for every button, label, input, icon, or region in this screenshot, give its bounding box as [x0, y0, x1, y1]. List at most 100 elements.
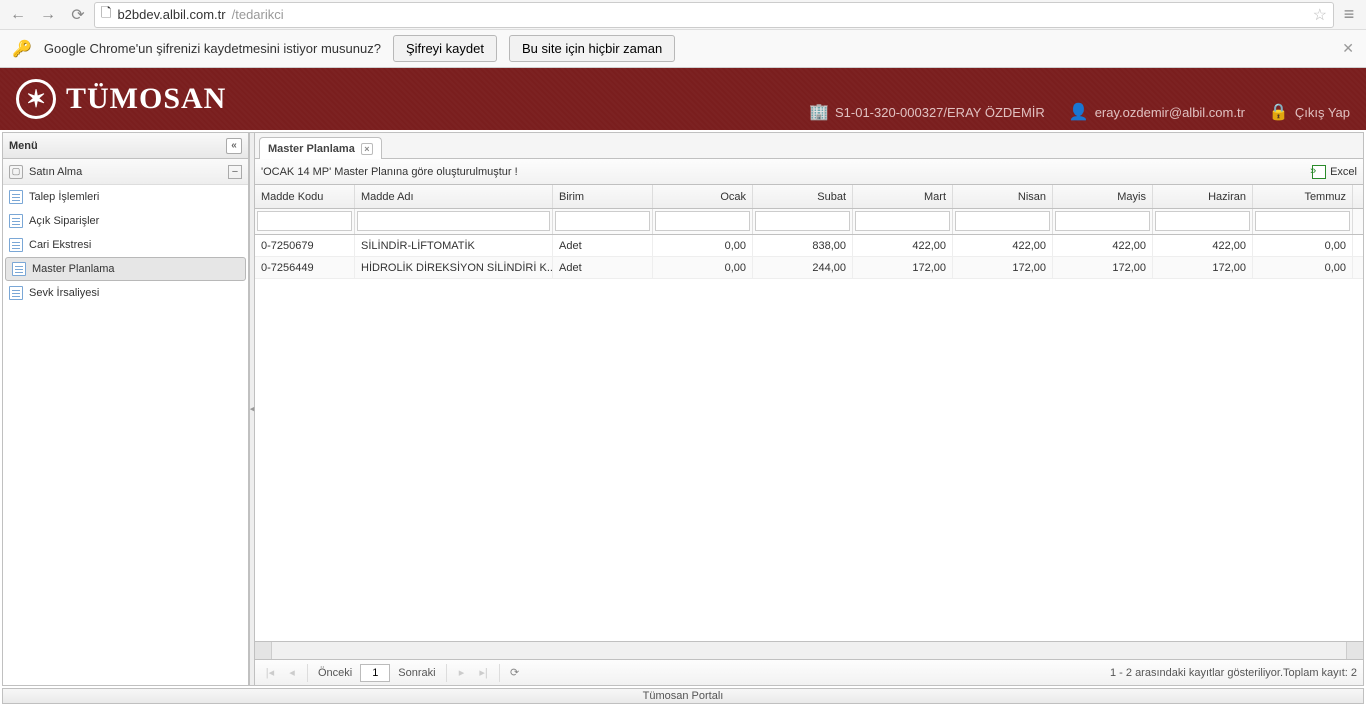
table-row[interactable]: 0-7256449HİDROLİK DİREKSİYON SİLİNDİRİ K… — [255, 257, 1363, 279]
pager-last-icon[interactable]: ▸| — [475, 664, 493, 682]
sidebar-header: Menü « — [3, 133, 248, 159]
pager-page-input[interactable] — [360, 664, 390, 682]
tab-close-icon[interactable]: × — [361, 143, 373, 155]
column-header[interactable]: Mart — [853, 185, 953, 208]
filter-input[interactable] — [755, 211, 850, 231]
toolbar-info-text: 'OCAK 14 MP' Master Planına göre oluştur… — [261, 166, 518, 178]
accordion-collapse-icon[interactable]: − — [228, 165, 242, 179]
column-header[interactable]: Mayis — [1053, 185, 1153, 208]
app-body: Menü « ▢ Satın Alma − Talep İşlemleri Açı… — [2, 132, 1364, 686]
url-path: /tedarikci — [232, 7, 284, 22]
sidebar-item-sevk-i̇rsaliyesi[interactable]: Sevk İrsaliyesi — [3, 281, 248, 305]
reload-button[interactable]: ⟳ — [64, 2, 92, 28]
sidebar-item-talep-i̇şlemleri[interactable]: Talep İşlemleri — [3, 185, 248, 209]
filter-input[interactable] — [955, 211, 1050, 231]
table-cell: 838,00 — [753, 235, 853, 256]
table-cell: Adet — [553, 235, 653, 256]
column-filter — [853, 209, 953, 234]
filter-input[interactable] — [1055, 211, 1150, 231]
sidebar-item-cari-ekstresi[interactable]: Cari Ekstresi — [3, 233, 248, 257]
table-cell: 0,00 — [1253, 235, 1353, 256]
horizontal-scrollbar[interactable] — [255, 641, 1363, 659]
column-header[interactable]: Ocak — [653, 185, 753, 208]
column-header[interactable]: Subat — [753, 185, 853, 208]
close-infobar-icon[interactable]: ✕ — [1342, 40, 1354, 57]
tab-strip: Master Planlama × — [255, 133, 1363, 159]
pager-next-label[interactable]: Sonraki — [394, 667, 439, 679]
filter-input[interactable] — [855, 211, 950, 231]
grid-filter-row — [255, 209, 1363, 235]
address-bar[interactable]: 🗋 b2bdev.albil.com.tr/tedarikci ☆ — [94, 2, 1334, 28]
document-icon — [12, 262, 26, 276]
chrome-menu-icon[interactable]: ≡ — [1336, 4, 1362, 25]
filter-input[interactable] — [357, 211, 550, 231]
bookmark-icon[interactable]: ☆ — [1313, 5, 1327, 25]
sidebar-item-açık-siparişler[interactable]: Açık Siparişler — [3, 209, 248, 233]
building-icon: 🏢 — [809, 102, 829, 122]
logo-icon: ✶ — [16, 79, 56, 119]
footer: Tümosan Portalı — [2, 688, 1364, 704]
table-cell: Adet — [553, 257, 653, 278]
pager-refresh-icon[interactable]: ⟳ — [506, 664, 524, 682]
browser-toolbar: ← → ⟳ 🗋 b2bdev.albil.com.tr/tedarikci ☆ … — [0, 0, 1366, 30]
excel-icon — [1312, 165, 1326, 179]
column-header[interactable]: Madde Kodu — [255, 185, 355, 208]
column-filter — [753, 209, 853, 234]
column-header[interactable]: Temmuz — [1253, 185, 1353, 208]
company-info: 🏢 S1-01-320-000327/ERAY ÖZDEMİR — [809, 102, 1045, 122]
sidebar-item-label: Master Planlama — [32, 263, 115, 275]
infobar-text: Google Chrome'un şifrenizi kaydetmesini … — [44, 41, 381, 56]
sidebar-item-label: Talep İşlemleri — [29, 191, 99, 203]
grid-body: 0-7250679SİLİNDİR-LİFTOMATİKAdet0,00838,… — [255, 235, 1363, 641]
table-cell: 422,00 — [953, 235, 1053, 256]
pager-first-icon[interactable]: |◂ — [261, 664, 279, 682]
column-header[interactable]: Haziran — [1153, 185, 1253, 208]
user-icon: 👤 — [1069, 102, 1089, 122]
tab-master-planlama[interactable]: Master Planlama × — [259, 137, 382, 159]
table-cell: HİDROLİK DİREKSİYON SİLİNDİRİ K... — [355, 257, 553, 278]
forward-button[interactable]: → — [34, 2, 62, 28]
sidebar-item-label: Cari Ekstresi — [29, 239, 91, 251]
never-password-button[interactable]: Bu site için hiçbir zaman — [509, 35, 675, 62]
table-cell: 422,00 — [1053, 235, 1153, 256]
pager-info: 1 - 2 arasındaki kayıtlar gösteriliyor.T… — [1110, 667, 1357, 679]
logo: ✶ TÜMOSAN — [16, 79, 226, 119]
sidebar-item-label: Sevk İrsaliyesi — [29, 287, 99, 299]
document-icon — [9, 214, 23, 228]
splitter[interactable] — [249, 133, 255, 685]
filter-input[interactable] — [1155, 211, 1250, 231]
app-header: ✶ TÜMOSAN 🏢 S1-01-320-000327/ERAY ÖZDEMİ… — [0, 68, 1366, 130]
pager-next-icon[interactable]: ▸ — [453, 664, 471, 682]
sidebar-item-master-planlama[interactable]: Master Planlama — [5, 257, 246, 281]
column-header[interactable]: Nisan — [953, 185, 1053, 208]
table-cell: 172,00 — [1153, 257, 1253, 278]
table-cell: 0,00 — [1253, 257, 1353, 278]
column-filter — [1153, 209, 1253, 234]
document-icon — [9, 238, 23, 252]
column-header[interactable]: Madde Adı — [355, 185, 553, 208]
table-cell: 0,00 — [653, 257, 753, 278]
excel-export-button[interactable]: Excel — [1312, 165, 1357, 179]
filter-input[interactable] — [1255, 211, 1350, 231]
column-filter — [1053, 209, 1153, 234]
filter-input[interactable] — [655, 211, 750, 231]
pager-prev-label[interactable]: Önceki — [314, 667, 356, 679]
password-infobar: 🔑 Google Chrome'un şifrenizi kaydetmesin… — [0, 30, 1366, 68]
column-filter — [953, 209, 1053, 234]
column-header[interactable]: Birim — [553, 185, 653, 208]
filter-input[interactable] — [257, 211, 352, 231]
table-cell: SİLİNDİR-LİFTOMATİK — [355, 235, 553, 256]
table-cell: 0,00 — [653, 235, 753, 256]
key-icon: 🔑 — [12, 39, 32, 59]
logout-button[interactable]: 🔒 Çıkış Yap — [1269, 102, 1350, 122]
pager-prev-icon[interactable]: ◂ — [283, 664, 301, 682]
table-row[interactable]: 0-7250679SİLİNDİR-LİFTOMATİKAdet0,00838,… — [255, 235, 1363, 257]
save-password-button[interactable]: Şifreyi kaydet — [393, 35, 497, 62]
document-icon — [9, 190, 23, 204]
sidebar-collapse-icon[interactable]: « — [226, 138, 242, 154]
back-button[interactable]: ← — [4, 2, 32, 28]
accordion-header-satin-alma[interactable]: ▢ Satın Alma − — [3, 159, 248, 185]
user-email: 👤 eray.ozdemir@albil.com.tr — [1069, 102, 1245, 122]
lock-icon: 🔒 — [1269, 102, 1289, 122]
filter-input[interactable] — [555, 211, 650, 231]
